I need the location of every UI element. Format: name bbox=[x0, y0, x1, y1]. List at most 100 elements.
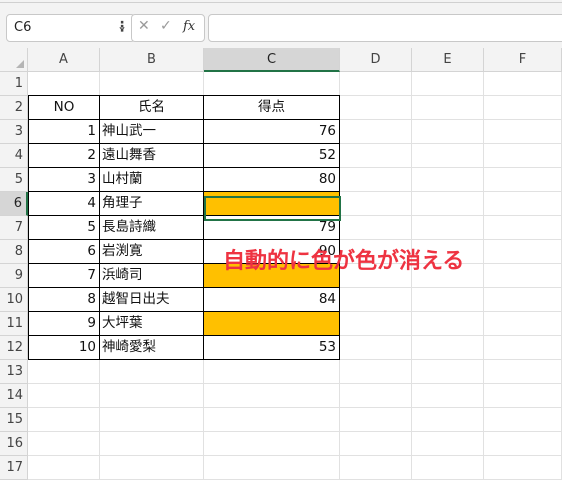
cell-e11[interactable] bbox=[412, 312, 484, 336]
column-header-d[interactable]: D bbox=[340, 48, 412, 72]
cell-c14[interactable] bbox=[204, 384, 340, 408]
cell-e12[interactable] bbox=[412, 336, 484, 360]
column-header-a[interactable]: A bbox=[28, 48, 100, 72]
cell-d12[interactable] bbox=[340, 336, 412, 360]
table-cell-score[interactable]: 76 bbox=[203, 119, 340, 144]
cell-e5[interactable] bbox=[412, 168, 484, 192]
table-cell-no[interactable]: 4 bbox=[28, 191, 100, 216]
cell-c1[interactable] bbox=[204, 72, 340, 96]
table-cell-no[interactable]: 8 bbox=[28, 287, 100, 312]
cell-f15[interactable] bbox=[484, 408, 562, 432]
formula-input[interactable] bbox=[208, 14, 562, 42]
cell-f10[interactable] bbox=[484, 288, 562, 312]
cell-b16[interactable] bbox=[100, 432, 204, 456]
row-header-13[interactable]: 13 bbox=[0, 360, 28, 384]
row-header-8[interactable]: 8 bbox=[0, 240, 28, 264]
cell-e2[interactable] bbox=[412, 96, 484, 120]
table-cell-score[interactable] bbox=[203, 311, 340, 336]
cell-e1[interactable] bbox=[412, 72, 484, 96]
insert-function-icon[interactable]: fx bbox=[183, 19, 195, 34]
table-cell-name[interactable]: 大坪葉 bbox=[99, 311, 204, 336]
cell-d5[interactable] bbox=[340, 168, 412, 192]
table-cell-score[interactable]: 79 bbox=[203, 215, 340, 240]
table-cell-no[interactable]: 5 bbox=[28, 215, 100, 240]
table-cell-score[interactable]: 53 bbox=[203, 335, 340, 360]
table-cell-no[interactable]: 1 bbox=[28, 119, 100, 144]
table-cell-name[interactable]: 岩渕寛 bbox=[99, 239, 204, 264]
cell-a14[interactable] bbox=[28, 384, 100, 408]
table-cell-name[interactable]: 神崎愛梨 bbox=[99, 335, 204, 360]
table-cell-name[interactable]: 遠山舞香 bbox=[99, 143, 204, 168]
cell-f5[interactable] bbox=[484, 168, 562, 192]
cell-e14[interactable] bbox=[412, 384, 484, 408]
row-header-11[interactable]: 11 bbox=[0, 312, 28, 336]
table-cell-score[interactable]: 80 bbox=[203, 167, 340, 192]
cell-d14[interactable] bbox=[340, 384, 412, 408]
cell-e16[interactable] bbox=[412, 432, 484, 456]
row-header-17[interactable]: 17 bbox=[0, 456, 28, 480]
row-header-4[interactable]: 4 bbox=[0, 144, 28, 168]
cell-a1[interactable] bbox=[28, 72, 100, 96]
cell-f6[interactable] bbox=[484, 192, 562, 216]
cell-d16[interactable] bbox=[340, 432, 412, 456]
cell-f4[interactable] bbox=[484, 144, 562, 168]
cell-d10[interactable] bbox=[340, 288, 412, 312]
table-header-score[interactable]: 得点 bbox=[203, 95, 340, 120]
cell-b15[interactable] bbox=[100, 408, 204, 432]
table-cell-name[interactable]: 越智日出夫 bbox=[99, 287, 204, 312]
table-cell-name[interactable]: 山村蘭 bbox=[99, 167, 204, 192]
cell-f3[interactable] bbox=[484, 120, 562, 144]
cell-d13[interactable] bbox=[340, 360, 412, 384]
cell-f12[interactable] bbox=[484, 336, 562, 360]
cell-d4[interactable] bbox=[340, 144, 412, 168]
row-header-3[interactable]: 3 bbox=[0, 120, 28, 144]
cell-f9[interactable] bbox=[484, 264, 562, 288]
cell-f2[interactable] bbox=[484, 96, 562, 120]
column-header-f[interactable]: F bbox=[484, 48, 562, 72]
cell-f8[interactable] bbox=[484, 240, 562, 264]
cell-a17[interactable] bbox=[28, 456, 100, 480]
cell-f7[interactable] bbox=[484, 216, 562, 240]
row-header-5[interactable]: 5 bbox=[0, 168, 28, 192]
column-header-b[interactable]: B bbox=[100, 48, 204, 72]
cell-d1[interactable] bbox=[340, 72, 412, 96]
table-cell-no[interactable]: 2 bbox=[28, 143, 100, 168]
table-cell-no[interactable]: 3 bbox=[28, 167, 100, 192]
cell-e13[interactable] bbox=[412, 360, 484, 384]
more-options-icon[interactable]: ⋮ bbox=[115, 16, 129, 38]
cell-f16[interactable] bbox=[484, 432, 562, 456]
cell-d2[interactable] bbox=[340, 96, 412, 120]
table-cell-score[interactable] bbox=[203, 191, 340, 216]
table-cell-name[interactable]: 神山武一 bbox=[99, 119, 204, 144]
cell-e3[interactable] bbox=[412, 120, 484, 144]
cell-c17[interactable] bbox=[204, 456, 340, 480]
cell-e7[interactable] bbox=[412, 216, 484, 240]
cell-e17[interactable] bbox=[412, 456, 484, 480]
cell-b1[interactable] bbox=[100, 72, 204, 96]
table-cell-no[interactable]: 10 bbox=[28, 335, 100, 360]
row-header-14[interactable]: 14 bbox=[0, 384, 28, 408]
cell-d11[interactable] bbox=[340, 312, 412, 336]
cell-a13[interactable] bbox=[28, 360, 100, 384]
cell-c16[interactable] bbox=[204, 432, 340, 456]
cell-a16[interactable] bbox=[28, 432, 100, 456]
column-header-e[interactable]: E bbox=[412, 48, 484, 72]
cell-f14[interactable] bbox=[484, 384, 562, 408]
cell-d6[interactable] bbox=[340, 192, 412, 216]
cell-e6[interactable] bbox=[412, 192, 484, 216]
cell-d17[interactable] bbox=[340, 456, 412, 480]
table-cell-no[interactable]: 6 bbox=[28, 239, 100, 264]
select-all-button[interactable] bbox=[0, 48, 28, 72]
table-header-no[interactable]: NO bbox=[28, 95, 100, 120]
table-header-name[interactable]: 氏名 bbox=[99, 95, 204, 120]
row-header-10[interactable]: 10 bbox=[0, 288, 28, 312]
cell-d15[interactable] bbox=[340, 408, 412, 432]
table-cell-score[interactable]: 84 bbox=[203, 287, 340, 312]
cell-d7[interactable] bbox=[340, 216, 412, 240]
cancel-icon[interactable]: ✕ bbox=[138, 18, 150, 34]
table-cell-name[interactable]: 長島詩織 bbox=[99, 215, 204, 240]
row-header-15[interactable]: 15 bbox=[0, 408, 28, 432]
cell-e10[interactable] bbox=[412, 288, 484, 312]
table-cell-no[interactable]: 7 bbox=[28, 263, 100, 288]
table-cell-name[interactable]: 浜崎司 bbox=[99, 263, 204, 288]
